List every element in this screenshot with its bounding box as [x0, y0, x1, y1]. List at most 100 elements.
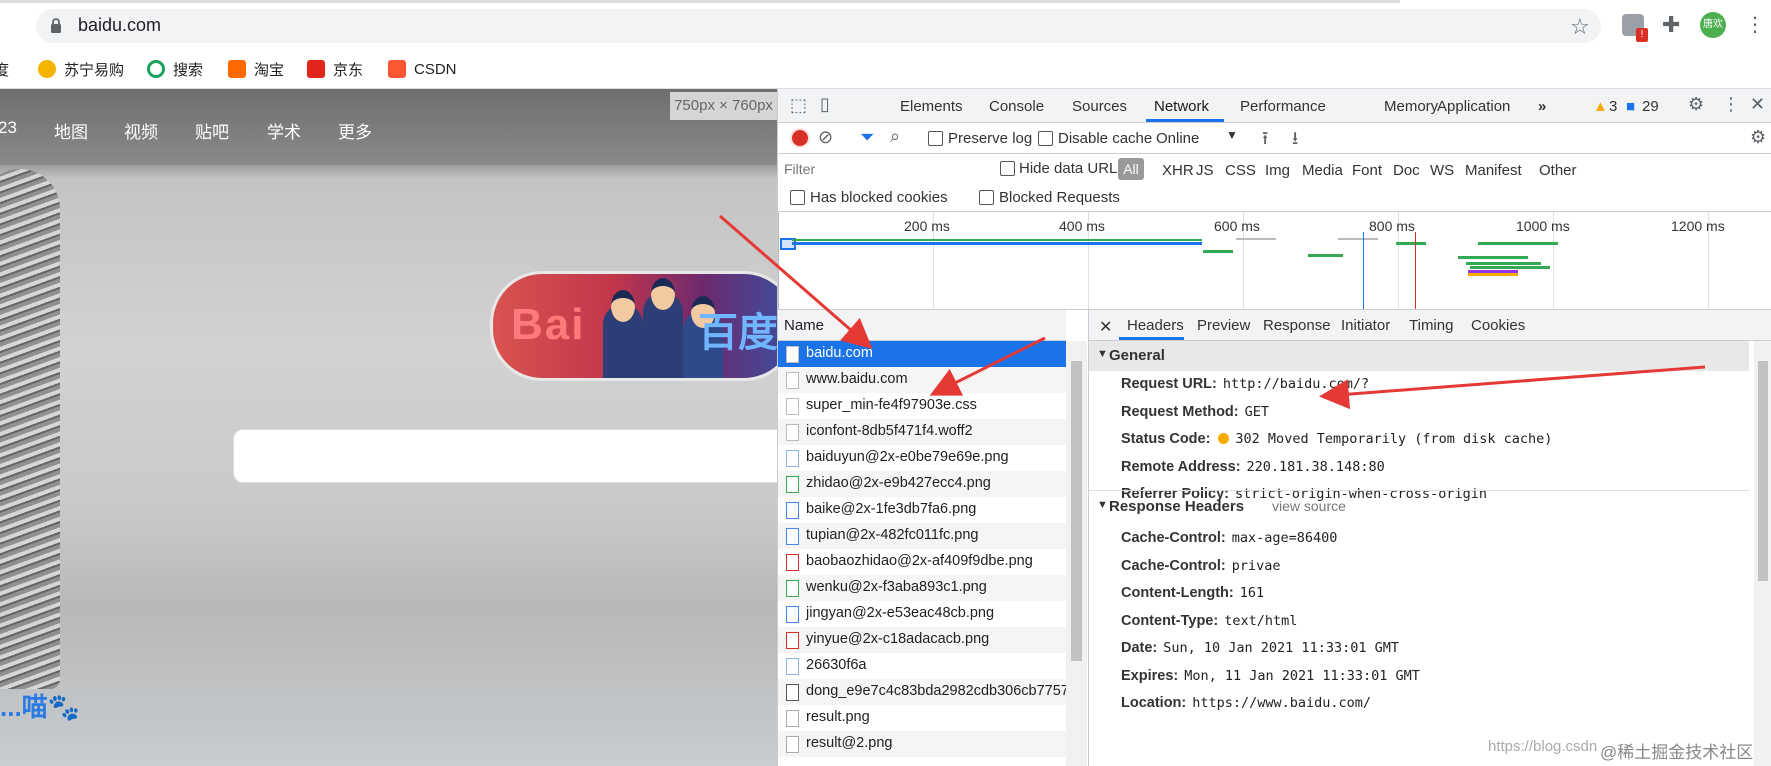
general-section-header[interactable]: ▼ General	[1089, 341, 1749, 371]
request-row[interactable]: www.baidu.com	[778, 367, 1066, 393]
clear-icon[interactable]: ⊘	[818, 127, 833, 148]
header-row[interactable]: Cache-Control: max-age=86400	[1121, 530, 1337, 546]
request-row[interactable]: baidu.com	[778, 341, 1066, 367]
import-har-icon[interactable]: ⭱	[1262, 126, 1268, 156]
request-row[interactable]: dong_e9e7c4c83bda2982cdb306cb7757	[778, 679, 1069, 705]
close-details-icon[interactable]: ✕	[1099, 317, 1112, 337]
profile-avatar[interactable]: 唐欢	[1700, 12, 1726, 38]
request-row[interactable]: zhidao@2x-e9b427ecc4.png	[778, 471, 1066, 497]
baidu-search-input[interactable]	[233, 429, 777, 483]
bookmark-csdn[interactable]: CSDN	[388, 58, 457, 80]
lock-icon[interactable]	[50, 18, 62, 33]
search-icon[interactable]: ⌕	[890, 126, 900, 147]
request-list-scrollbar[interactable]	[1066, 341, 1087, 766]
disable-cache-checkbox[interactable]	[1038, 131, 1053, 146]
tab-initiator[interactable]: Initiator	[1341, 317, 1390, 334]
request-row[interactable]: super_min-fe4f97903e.css	[778, 393, 1066, 419]
network-settings-icon[interactable]: ⚙	[1750, 127, 1766, 148]
header-row[interactable]: Request URL: http://baidu.com/?	[1121, 376, 1369, 392]
warning-icon[interactable]: ▲	[1593, 98, 1608, 115]
scrollbar-thumb[interactable]	[1071, 361, 1082, 661]
filter-css[interactable]: CSS	[1225, 162, 1256, 179]
request-row[interactable]: tupian@2x-482fc011fc.png	[778, 523, 1066, 549]
request-row[interactable]: result.png	[778, 705, 1066, 731]
tab-preview[interactable]: Preview	[1197, 317, 1250, 334]
request-row[interactable]: baike@2x-1fe3db7fa6.png	[778, 497, 1066, 523]
bookmark-baidu[interactable]: 度	[0, 58, 9, 80]
tab-response[interactable]: Response	[1263, 317, 1331, 334]
devtools-menu-icon[interactable]: ⋮	[1722, 94, 1740, 115]
nav-item-video[interactable]: 视频	[124, 118, 158, 143]
hide-data-urls-checkbox[interactable]	[1000, 161, 1015, 176]
request-row[interactable]: result@2.png	[778, 731, 1066, 757]
has-blocked-cookies-checkbox[interactable]	[790, 190, 805, 205]
nav-item[interactable]: 23	[0, 118, 17, 138]
filter-ws[interactable]: WS	[1430, 162, 1454, 179]
filter-icon[interactable]: ⏷	[860, 127, 874, 148]
blocked-requests-checkbox[interactable]	[979, 190, 994, 205]
address-url[interactable]: baidu.com	[78, 15, 161, 36]
request-row[interactable]: baiduyun@2x-e0be79e69e.png	[778, 445, 1066, 471]
more-tabs-icon[interactable]: »	[1538, 98, 1546, 115]
request-row[interactable]: wenku@2x-f3aba893c1.png	[778, 575, 1066, 601]
baidu-doodle[interactable]: Bai 百度	[490, 271, 777, 381]
inspect-element-icon[interactable]: ⬚	[790, 95, 807, 116]
address-bar[interactable]	[36, 9, 1601, 43]
request-row[interactable]: baobaozhidao@2x-af409f9dbe.png	[778, 549, 1066, 575]
header-row[interactable]: Content-Type: text/html	[1121, 613, 1297, 629]
request-row[interactable]: yinyue@2x-c18adacacb.png	[778, 627, 1066, 653]
tab-performance[interactable]: Performance	[1240, 98, 1326, 115]
header-row[interactable]: Cache-Control: privae	[1121, 558, 1281, 574]
network-overview[interactable]: 200 ms 400 ms 600 ms 800 ms 1000 ms 1200…	[778, 212, 1771, 310]
filter-img[interactable]: Img	[1265, 162, 1290, 179]
tab-console[interactable]: Console	[989, 98, 1044, 115]
header-row[interactable]: Date: Sun, 10 Jan 2021 11:33:01 GMT	[1121, 640, 1399, 656]
view-source-link[interactable]: view source	[1272, 498, 1346, 514]
nav-item-map[interactable]: 地图	[54, 118, 88, 143]
filter-input[interactable]	[782, 157, 986, 181]
filter-js[interactable]: JS	[1196, 162, 1214, 179]
request-row[interactable]: 26630f6a	[778, 653, 1066, 679]
request-row[interactable]: iconfont-8db5f471f4.woff2	[778, 419, 1066, 445]
bookmark-taobao[interactable]: 淘宝	[228, 58, 284, 80]
response-headers-section-header[interactable]: ▼ Response Headers view source	[1089, 492, 1749, 522]
filter-media[interactable]: Media	[1302, 162, 1343, 179]
filter-other[interactable]: Other	[1539, 162, 1577, 179]
header-row[interactable]: Content-Length: 161	[1121, 585, 1264, 601]
filter-all[interactable]: All	[1118, 158, 1144, 180]
settings-gear-icon[interactable]: ⚙	[1688, 94, 1704, 115]
bookmark-search[interactable]: 搜索	[147, 58, 203, 80]
throttle-select[interactable]: Online	[1156, 130, 1199, 147]
chevron-down-icon[interactable]: ▼	[1226, 128, 1238, 142]
header-row[interactable]: Remote Address: 220.181.38.148:80	[1121, 459, 1385, 475]
browser-menu-icon[interactable]: ⋮	[1745, 12, 1765, 37]
header-row[interactable]: Expires: Mon, 11 Jan 2021 11:33:01 GMT	[1121, 668, 1420, 684]
extension-icon[interactable]: !	[1622, 14, 1648, 42]
filter-manifest[interactable]: Manifest	[1465, 162, 1522, 179]
close-devtools-icon[interactable]: ✕	[1750, 94, 1765, 115]
filter-doc[interactable]: Doc	[1393, 162, 1420, 179]
message-icon[interactable]: ■	[1626, 98, 1635, 115]
tab-application[interactable]: Application	[1437, 98, 1510, 115]
details-scrollbar[interactable]	[1754, 341, 1771, 766]
tab-network[interactable]: Network	[1154, 98, 1209, 115]
request-row[interactable]: jingyan@2x-e53eac48cb.png	[778, 601, 1066, 627]
preserve-log-checkbox[interactable]	[928, 131, 943, 146]
tab-cookies[interactable]: Cookies	[1471, 317, 1525, 334]
tab-memory[interactable]: Memory	[1384, 98, 1438, 115]
header-row[interactable]: Request Method: GET	[1121, 404, 1269, 420]
nav-item-more[interactable]: 更多	[338, 118, 372, 143]
header-row[interactable]: Status Code: 302 Moved Temporarily (from …	[1121, 431, 1552, 447]
tab-headers[interactable]: Headers	[1127, 317, 1184, 334]
record-icon[interactable]	[792, 130, 808, 146]
nav-item-xueshu[interactable]: 学术	[267, 118, 301, 143]
filter-xhr[interactable]: XHR	[1162, 162, 1194, 179]
nav-item-tieba[interactable]: 贴吧	[195, 118, 229, 143]
tab-elements[interactable]: Elements	[900, 98, 963, 115]
bookmark-star-icon[interactable]: ☆	[1570, 14, 1590, 40]
export-har-icon[interactable]: ⭳	[1292, 126, 1298, 156]
name-column-header[interactable]: Name	[778, 310, 1066, 341]
header-row[interactable]: Location: https://www.baidu.com/	[1121, 695, 1371, 711]
bookmark-jd[interactable]: 京东	[307, 58, 363, 80]
tab-timing[interactable]: Timing	[1409, 317, 1453, 334]
